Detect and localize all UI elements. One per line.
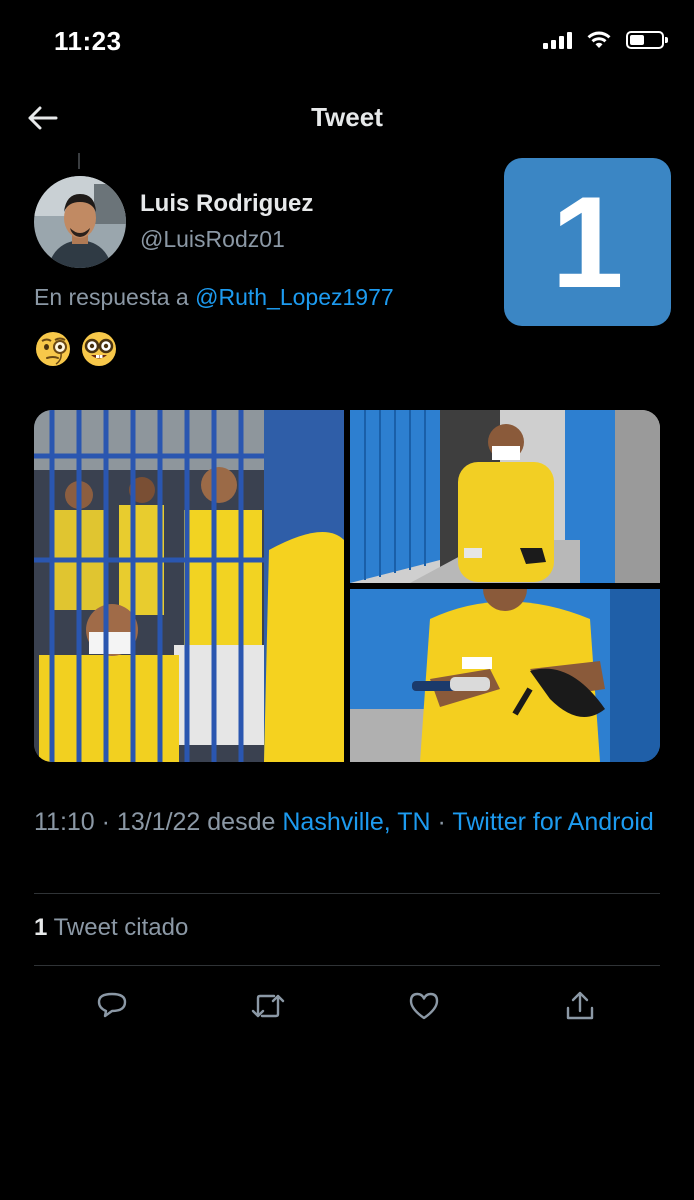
reply-button[interactable]: [88, 982, 136, 1030]
retweet-button[interactable]: [244, 982, 292, 1030]
author-name[interactable]: Luis Rodriguez: [140, 190, 313, 218]
author-handle[interactable]: @LuisRodz01: [140, 226, 313, 253]
page-title: Tweet: [311, 102, 383, 132]
wifi-icon: [587, 31, 611, 48]
tweet-photo-1[interactable]: [34, 410, 344, 762]
like-icon: [409, 992, 439, 1020]
source-separator: ·: [437, 808, 446, 836]
number-badge: 1: [504, 158, 671, 326]
source-link[interactable]: Twitter for Android: [452, 808, 653, 836]
quote-tweets-stat[interactable]: 1 Tweet citado: [34, 914, 188, 942]
face-with-monocle-icon: [36, 332, 70, 366]
status-time: 11:23: [54, 26, 122, 56]
cellular-signal-icon: [543, 31, 572, 49]
tweet-photo-2[interactable]: [350, 410, 660, 583]
share-icon: [566, 991, 594, 1020]
status-icons: [543, 30, 668, 50]
retweet-icon: [251, 994, 285, 1018]
avatar[interactable]: [34, 176, 126, 268]
status-bar: 11:23: [0, 0, 694, 80]
share-button[interactable]: [556, 982, 604, 1030]
badge-number: 1: [551, 169, 624, 315]
thread-connector-line: [78, 153, 80, 169]
battery-icon: [626, 31, 668, 49]
reply-context: En respuesta a @Ruth_Lopez1977: [34, 284, 394, 311]
location-link[interactable]: Nashville, TN: [282, 808, 430, 836]
tweet-text: [34, 330, 118, 368]
reply-prefix: En respuesta a: [34, 284, 189, 310]
nerd-face-icon: [82, 332, 116, 366]
reply-mention-link[interactable]: @Ruth_Lopez1977: [195, 284, 394, 310]
like-button[interactable]: [400, 982, 448, 1030]
tweet-timestamp: 11:10 · 13/1/22 desde: [34, 808, 276, 836]
tweet-photo-3[interactable]: [350, 589, 660, 762]
reply-icon: [97, 992, 127, 1018]
author-block[interactable]: Luis Rodriguez @LuisRodz01: [140, 190, 313, 253]
quote-count: 1: [34, 914, 48, 941]
media-grid: [34, 410, 660, 762]
quote-label: Tweet citado: [53, 914, 189, 941]
top-nav: Tweet: [0, 90, 694, 146]
action-bar: [34, 982, 660, 1030]
divider: [34, 893, 660, 894]
tweet-meta: 11:10 · 13/1/22 desde Nashville, TN · Tw…: [34, 804, 660, 840]
divider: [34, 965, 660, 966]
